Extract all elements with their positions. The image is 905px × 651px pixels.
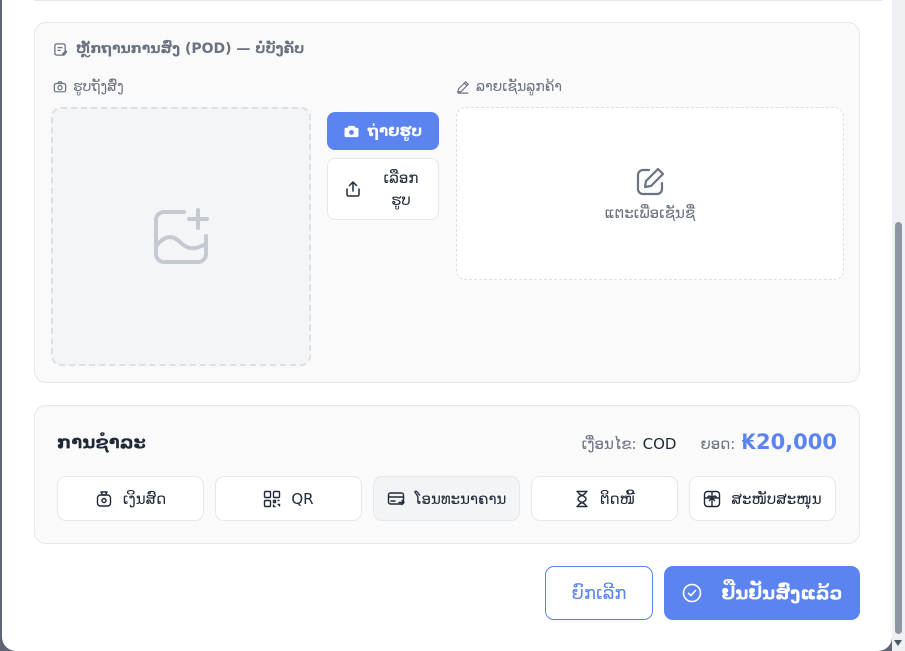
gift-icon bbox=[703, 490, 721, 508]
camera-icon bbox=[53, 80, 67, 94]
payment-title: ການຊຳລະ bbox=[57, 432, 146, 453]
confirm-delivered-button[interactable]: ຢືນຢັນສົ່ງແລ້ວ bbox=[664, 566, 860, 620]
hourglass-icon bbox=[574, 490, 590, 508]
take-photo-label: ຖ່າຍຮູບ bbox=[367, 122, 423, 140]
payment-method-list: ເງິນສົດ QR ໂອນທະນາຄານ ຕິດໜີ້ ສະໜັບສະໜຸນ bbox=[57, 476, 836, 521]
cancel-label: ຍົກເລີກ bbox=[571, 582, 627, 604]
image-add-icon bbox=[150, 206, 212, 268]
pod-section: ຫຼັກຖານການສົ່ງ (POD) — ບໍ່ບັງຄັບ ຮູບຖັງສ… bbox=[34, 22, 860, 383]
signature-label: ລາຍເຊັນລູກຄ້າ bbox=[456, 79, 562, 95]
scrollbar[interactable] bbox=[892, 0, 905, 651]
check-circle-icon bbox=[682, 583, 702, 603]
edit-square-icon bbox=[634, 166, 666, 198]
total-prefix: ຍອດ: bbox=[700, 435, 736, 453]
note-edit-icon bbox=[53, 42, 68, 57]
scrollbar-thumb[interactable] bbox=[895, 222, 902, 634]
payment-method-label: ເງິນສົດ bbox=[122, 489, 167, 508]
cash-bag-icon bbox=[95, 490, 113, 508]
divider bbox=[34, 0, 882, 1]
payment-method-credit[interactable]: ຕິດໜີ້ bbox=[531, 476, 678, 521]
camera-icon bbox=[344, 125, 359, 138]
choose-photo-label: ເລືອກ ຮູບ bbox=[383, 169, 419, 209]
payment-method-cash[interactable]: ເງິນສົດ bbox=[57, 476, 204, 521]
pencil-icon bbox=[456, 80, 470, 94]
cancel-button[interactable]: ຍົກເລີກ bbox=[545, 566, 653, 620]
signature-hint: ແຕະເພື່ອເຊັນຊື່ bbox=[604, 203, 696, 222]
signature-label-text: ລາຍເຊັນລູກຄ້າ bbox=[476, 79, 562, 95]
scroll-down-icon[interactable] bbox=[894, 640, 902, 646]
signature-pad[interactable]: ແຕະເພື່ອເຊັນຊື່ bbox=[456, 107, 844, 280]
upload-icon bbox=[344, 180, 362, 198]
payment-summary: ເງື່ອນໄຂ: COD ຍອດ: ₭20,000 bbox=[582, 430, 837, 454]
payment-method-value: COD bbox=[642, 435, 677, 453]
payment-method-label: ໂອນທະນາຄານ bbox=[414, 489, 507, 508]
payment-method-qr[interactable]: QR bbox=[215, 476, 362, 521]
pod-title: ຫຼັກຖານການສົ່ງ (POD) — ບໍ່ບັງຄັບ bbox=[53, 41, 304, 57]
choose-photo-button[interactable]: ເລືອກ ຮູບ bbox=[327, 158, 439, 220]
payment-section: ການຊຳລະ ເງື່ອນໄຂ: COD ຍອດ: ₭20,000 ເງິນສ… bbox=[34, 405, 860, 544]
pod-title-text: ຫຼັກຖານການສົ່ງ (POD) — ບໍ່ບັງຄັບ bbox=[76, 41, 305, 57]
photo-label-text: ຮູບຖັງສົ່ງ bbox=[73, 79, 124, 95]
payment-method-bank-transfer[interactable]: ໂອນທະນາຄານ bbox=[373, 476, 520, 521]
photo-dropzone[interactable] bbox=[51, 107, 311, 366]
qr-icon bbox=[263, 490, 281, 508]
payment-method-label: ຕິດໜີ້ bbox=[599, 489, 636, 508]
total-amount: ₭20,000 bbox=[741, 430, 837, 454]
photo-label: ຮູບຖັງສົ່ງ bbox=[53, 79, 124, 95]
payment-method-sponsor[interactable]: ສະໜັບສະໜຸນ bbox=[689, 476, 836, 521]
delivery-modal: ຫຼັກຖານການສົ່ງ (POD) — ບໍ່ບັງຄັບ ຮູບຖັງສ… bbox=[2, 0, 892, 651]
payment-method-label: ສະໜັບສະໜຸນ bbox=[731, 489, 822, 508]
payment-method-prefix: ເງື່ອນໄຂ: bbox=[581, 435, 637, 453]
payment-method-label: QR bbox=[291, 489, 314, 508]
confirm-label: ຢືນຢັນສົ່ງແລ້ວ bbox=[721, 582, 843, 604]
take-photo-button[interactable]: ຖ່າຍຮູບ bbox=[327, 112, 439, 150]
card-transfer-icon bbox=[387, 490, 405, 508]
